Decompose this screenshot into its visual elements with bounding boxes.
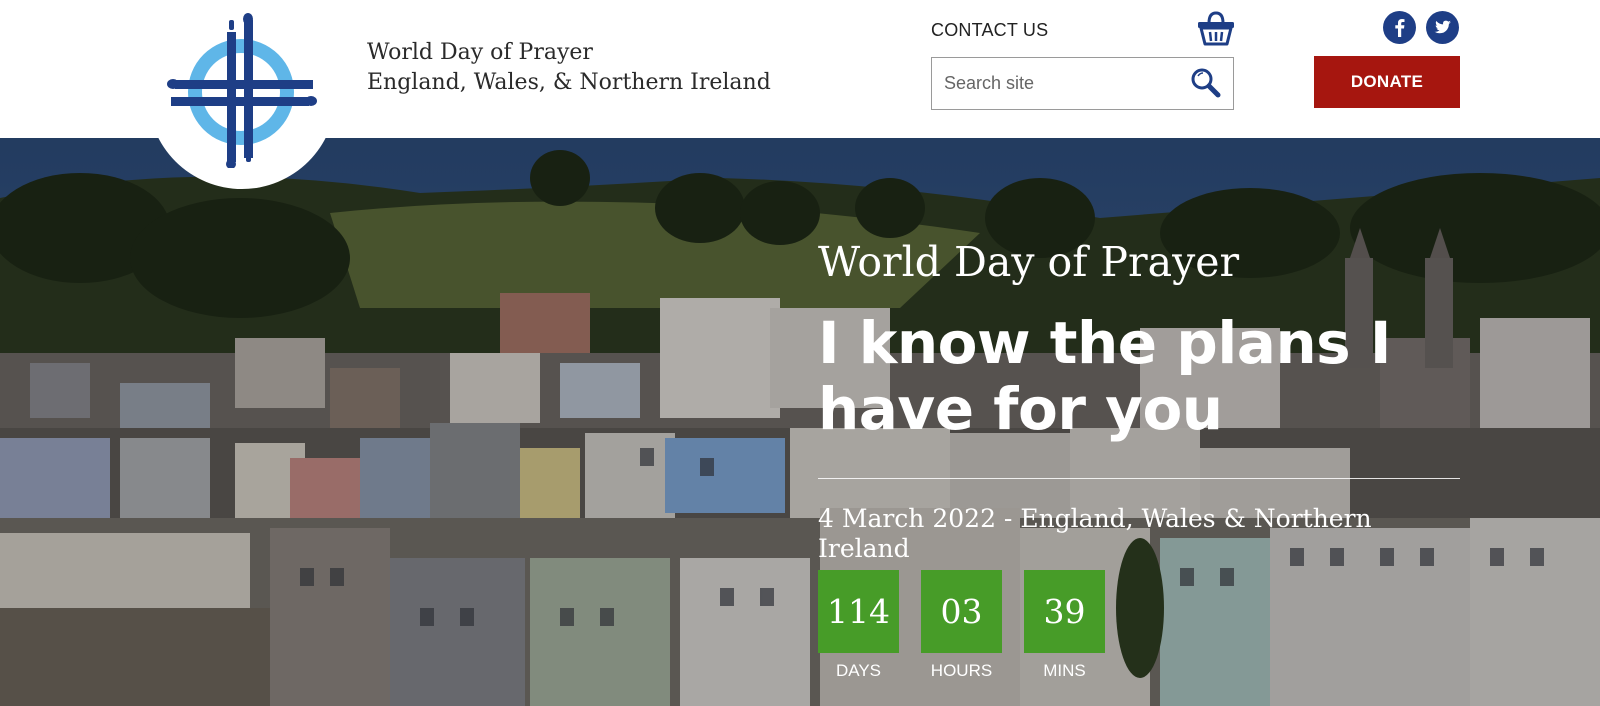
org-name-line2: England, Wales, & Northern Ireland (367, 70, 771, 95)
search-button[interactable] (1189, 67, 1223, 101)
donate-button[interactable]: DONATE (1314, 56, 1460, 108)
hero-kicker: World Day of Prayer (818, 238, 1240, 286)
event-date: 4 March 2022 - England, Wales & Northern… (818, 504, 1372, 563)
world-day-of-prayer-cross-logo (167, 13, 317, 169)
search-input[interactable] (944, 58, 1179, 108)
hero-headline: I know the plans I have for you (818, 309, 1391, 443)
org-name: World Day of Prayer England, Wales, & No… (367, 38, 771, 98)
countdown-hours-label: HOURS (930, 661, 993, 680)
facebook-icon (1395, 19, 1405, 37)
countdown-mins-value: 39 (1024, 570, 1105, 653)
countdown-days: 114 DAYS (818, 570, 899, 681)
hero-content: World Day of Prayer I know the plans I h… (818, 238, 1460, 681)
home-logo-link[interactable] (167, 12, 319, 173)
org-name-line1: World Day of Prayer (367, 40, 593, 65)
contact-us-link[interactable]: CONTACT US (931, 20, 1048, 41)
countdown-days-label: DAYS (835, 661, 882, 680)
facebook-link[interactable] (1383, 11, 1416, 44)
magnifier-icon (1191, 68, 1221, 98)
countdown-timer: 114 DAYS 03 HOURS 39 MINS (818, 570, 1460, 681)
search-box (931, 57, 1234, 110)
shopping-basket-icon[interactable] (1196, 10, 1236, 51)
countdown-mins-label: MINS (1043, 661, 1086, 680)
countdown-mins: 39 MINS (1024, 570, 1105, 681)
countdown-hours-value: 03 (921, 570, 1002, 653)
countdown-hours: 03 HOURS (921, 570, 1002, 681)
countdown-days-value: 114 (818, 570, 899, 653)
divider (818, 478, 1460, 479)
hero-banner: World Day of Prayer I know the plans I h… (0, 138, 1600, 706)
twitter-icon (1434, 20, 1451, 34)
twitter-link[interactable] (1426, 11, 1459, 44)
